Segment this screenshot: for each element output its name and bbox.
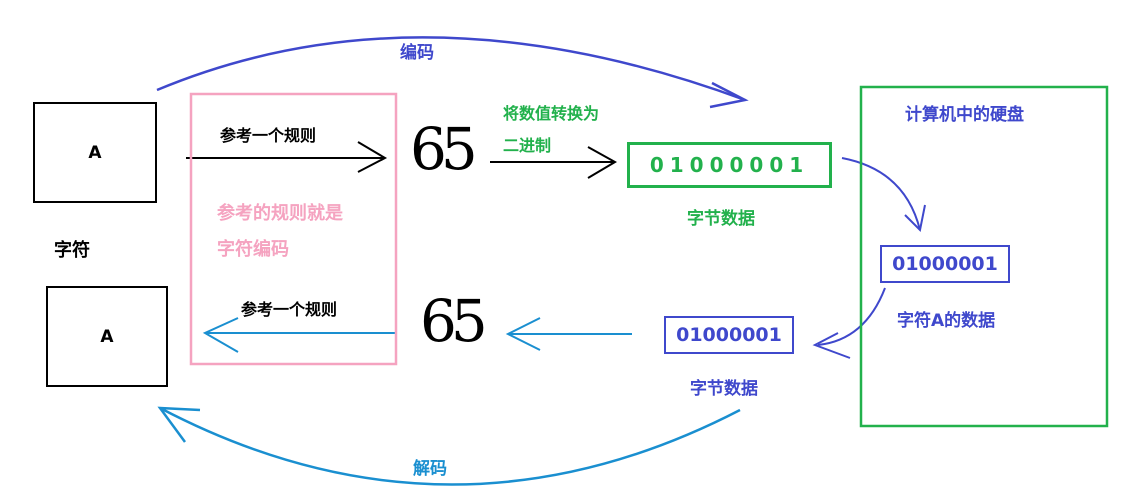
decode-label: 解码 <box>413 459 447 479</box>
binary-box-top: 01000001 <box>627 142 832 188</box>
store-arrow-head <box>904 204 926 233</box>
disk-data-label: 字符A的数据 <box>897 311 996 331</box>
char-a-top: A <box>88 142 102 163</box>
character-label: 字符 <box>54 240 90 261</box>
binary-box-bottom: 01000001 <box>664 316 794 354</box>
encode-label: 编码 <box>400 43 434 63</box>
decode-arrow-rule-head <box>202 317 239 353</box>
char-box-top: A <box>33 102 157 203</box>
number-bottom: 65 <box>420 287 488 355</box>
rule-label-bottom: 参考一个规则 <box>241 300 338 319</box>
rule-note: 参考的规则就是 字符编码 <box>217 196 343 268</box>
convert-label-line1: 将数值转换为 <box>503 104 600 123</box>
rule-note-line2: 字符编码 <box>217 239 289 260</box>
disk-title: 计算机中的硬盘 <box>905 105 1024 125</box>
rule-note-line1: 参考的规则就是 <box>217 203 343 224</box>
binary-box-disk: 01000001 <box>880 245 1010 283</box>
read-arrow <box>817 287 886 346</box>
byte-data-label-bottom: 字节数据 <box>690 379 758 399</box>
byte-data-label-top: 字节数据 <box>687 209 755 229</box>
convert-label-line2: 二进制 <box>503 136 552 155</box>
char-a-bottom: A <box>100 326 114 347</box>
number-top: 65 <box>410 115 478 183</box>
encode-arc-arrow <box>156 36 746 102</box>
convert-label: 将数值转换为 二进制 <box>503 98 599 162</box>
rule-label-top: 参考一个规则 <box>220 126 317 145</box>
decode-arc-arrow <box>159 406 741 486</box>
char-box-bottom: A <box>46 286 168 387</box>
